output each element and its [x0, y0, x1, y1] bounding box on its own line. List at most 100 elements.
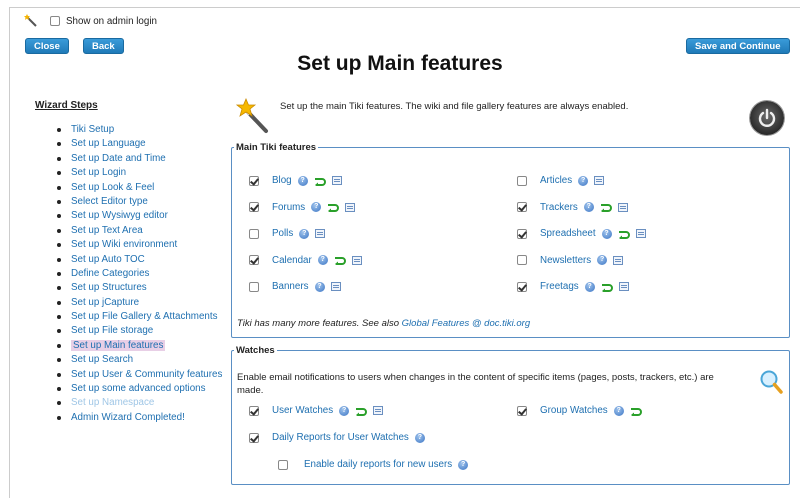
wizard-steps-list: Tiki Setup Set up Language Set up Date and… [35, 123, 225, 425]
green-arrow-icon[interactable] [334, 255, 346, 265]
green-arrow-icon[interactable] [630, 406, 642, 416]
help-icon[interactable]: ? [597, 255, 608, 265]
wizard-step-label: Set up Structures [71, 282, 147, 294]
daily-reports-label: Daily Reports for User Watches [272, 432, 409, 443]
show-on-admin-login-checkbox[interactable] [50, 16, 60, 26]
green-arrow-icon[interactable] [618, 229, 630, 239]
feature-row: Spreadsheet? [517, 228, 646, 239]
wizard-step-label: Tiki Setup [71, 124, 115, 135]
feature-checkbox[interactable] [249, 228, 259, 239]
daily-reports-checkbox[interactable] [249, 432, 259, 443]
document-icon[interactable] [373, 406, 384, 415]
feature-checkbox[interactable] [249, 281, 259, 292]
wizard-step-item[interactable]: Set up Main features [35, 339, 225, 353]
wizard-step-label: Set up Look & Feel [71, 181, 155, 193]
document-icon[interactable] [315, 229, 326, 238]
help-icon[interactable]: ? [299, 228, 310, 239]
power-icon[interactable] [750, 101, 784, 135]
wizard-step-item[interactable]: Select Editor type [35, 195, 225, 209]
green-arrow-icon[interactable] [314, 176, 326, 186]
feature-label: Spreadsheet [540, 228, 596, 239]
wizard-step-label: Admin Wizard Completed! [71, 411, 185, 423]
feature-label: Banners [272, 281, 309, 292]
wizard-step-label: Set up File Gallery & Attachments [71, 311, 218, 323]
help-icon[interactable]: ? [613, 405, 624, 416]
feature-checkbox[interactable] [249, 202, 259, 212]
help-icon[interactable]: ? [458, 459, 469, 470]
feature-label: Calendar [272, 254, 312, 266]
wizard-step-label: Set up Namespace [71, 397, 155, 409]
top-bar: Show on admin login [24, 14, 157, 28]
wizard-step-item[interactable]: Set up some advanced options [35, 382, 225, 396]
wizard-step-item[interactable]: Set up Date and Time [35, 152, 225, 166]
feature-checkbox[interactable] [249, 255, 259, 265]
wizard-step-item[interactable]: Set up Language [35, 137, 225, 151]
help-icon[interactable]: ? [578, 175, 589, 186]
wizard-step-item[interactable]: Admin Wizard Completed! [35, 411, 225, 425]
wizard-step-label: Set up some advanced options [71, 383, 206, 395]
wizard-step-item[interactable]: Tiki Setup [35, 123, 225, 137]
help-icon[interactable]: ? [583, 202, 594, 212]
user-watches-checkbox[interactable] [249, 405, 259, 416]
green-arrow-icon[interactable] [601, 282, 613, 292]
feature-row: Newsletters? [517, 255, 624, 266]
wizard-step-item[interactable]: Set up File storage [35, 324, 225, 338]
wizard-step-label: Define Categories [71, 267, 150, 279]
document-icon[interactable] [351, 255, 362, 265]
wizard-step-item[interactable]: Set up File Gallery & Attachments [35, 310, 225, 324]
show-on-admin-login-label: Show on admin login [66, 15, 157, 27]
help-icon[interactable]: ? [601, 228, 612, 239]
help-icon[interactable]: ? [297, 175, 308, 186]
wizard-step-item[interactable]: Set up Look & Feel [35, 181, 225, 195]
main-features-fieldset: Main Tiki features [231, 142, 790, 338]
help-icon[interactable]: ? [317, 255, 328, 265]
feature-checkbox[interactable] [517, 255, 527, 265]
wizard-step-label: Set up User & Community features [71, 368, 223, 380]
green-arrow-icon[interactable] [600, 202, 612, 212]
wizard-step-item[interactable]: Set up Wiki environment [35, 238, 225, 252]
green-arrow-icon[interactable] [327, 202, 340, 212]
feature-checkbox[interactable] [517, 175, 527, 186]
wizard-step-item[interactable]: Set up Wysiwyg editor [35, 209, 225, 223]
wizard-step-item[interactable]: Set up Login [35, 166, 225, 180]
help-icon[interactable]: ? [314, 281, 325, 292]
daily-new-users-checkbox[interactable] [278, 459, 288, 470]
feature-checkbox[interactable] [249, 175, 259, 186]
document-icon[interactable] [331, 176, 342, 185]
document-icon[interactable] [618, 282, 629, 291]
help-icon[interactable]: ? [414, 432, 425, 443]
document-icon[interactable] [345, 202, 356, 212]
user-watches-label: User Watches [272, 405, 334, 416]
wizard-step-label: Set up Auto TOC [71, 253, 145, 265]
document-icon[interactable] [617, 202, 628, 212]
wizard-step-item[interactable]: Set up Search [35, 353, 225, 367]
document-icon[interactable] [330, 282, 341, 291]
wizard-step-label: Set up Text Area [71, 224, 143, 236]
wizard-step-item[interactable]: Define Categories [35, 267, 225, 281]
global-features-link[interactable]: Global Features @ doc.tiki.org [402, 318, 530, 329]
feature-checkbox[interactable] [517, 228, 527, 239]
wizard-step-label: Set up Main features [71, 339, 166, 351]
wizard-step-item[interactable]: Set up Text Area [35, 224, 225, 238]
document-icon[interactable] [613, 255, 624, 265]
help-icon[interactable]: ? [584, 281, 595, 292]
wizard-step-item[interactable]: Set up Structures [35, 281, 225, 295]
watches-description: Enable email notifications to users when… [237, 372, 714, 396]
feature-label: Trackers [540, 201, 578, 213]
document-icon[interactable] [594, 176, 605, 185]
help-icon[interactable]: ? [311, 202, 322, 212]
help-icon[interactable]: ? [339, 405, 350, 416]
document-icon[interactable] [635, 229, 646, 238]
wizard-step-item[interactable]: Set up User & Community features [35, 368, 225, 382]
group-watches-checkbox[interactable] [517, 405, 527, 416]
wizard-step-item[interactable]: Set up Auto TOC [35, 253, 225, 267]
wizard-step-item[interactable]: Set up jCapture [35, 296, 225, 310]
feature-checkbox[interactable] [517, 281, 527, 292]
group-watches-row: Group Watches ? [517, 405, 642, 416]
feature-checkbox[interactable] [517, 202, 527, 212]
wizard-step-item[interactable]: Set up Namespace [35, 396, 225, 410]
intro-text: Set up the main Tiki features. The wiki … [280, 101, 629, 112]
more-features-note-text: Tiki has many more features. See also [237, 318, 402, 329]
green-arrow-icon[interactable] [355, 406, 368, 416]
feature-label: Forums [272, 201, 306, 213]
